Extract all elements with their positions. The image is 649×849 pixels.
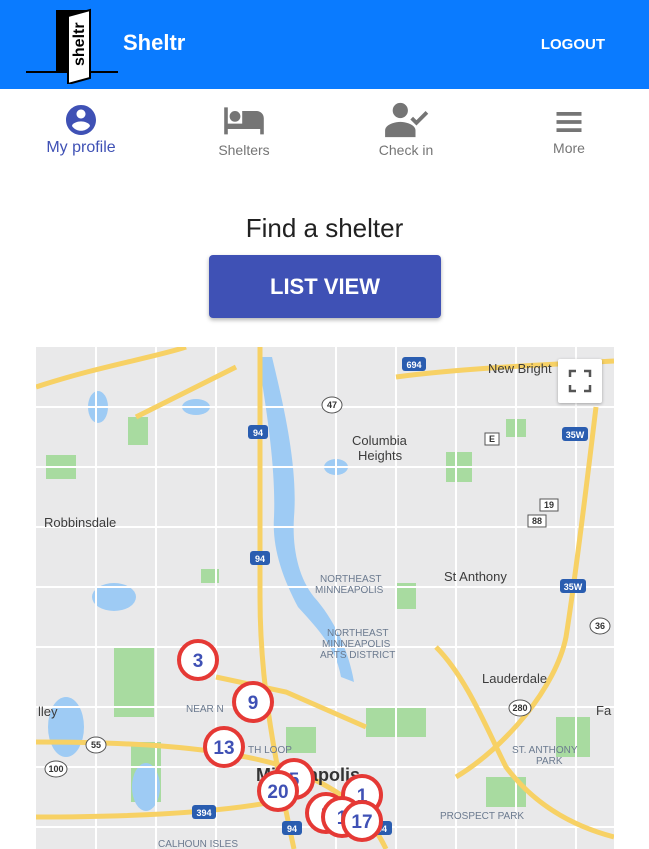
svg-text:394: 394 [196, 808, 211, 818]
nav-label-shelters: Shelters [218, 142, 270, 158]
nav-item-check-in[interactable]: Check in [346, 89, 466, 167]
interstate-shield: 94 [248, 425, 268, 439]
menu-icon [556, 112, 582, 132]
svg-text:94: 94 [287, 824, 297, 834]
page-heading: Find a shelter [245, 213, 404, 243]
place-label: New Bright [488, 361, 552, 376]
account-circle-icon [66, 105, 96, 135]
place-label: Heights [358, 448, 403, 463]
state-shield: 55 [85, 736, 107, 754]
svg-text:55: 55 [91, 740, 101, 750]
place-label: NEAR N [186, 704, 224, 715]
place-label: CALHOUN ISLES [158, 839, 238, 849]
place-label: lley [38, 704, 58, 719]
interstate-shield: 694 [402, 357, 426, 371]
fullscreen-button[interactable] [558, 359, 602, 403]
list-view-button[interactable]: LIST VIEW [209, 255, 441, 318]
place-label: Columbia [352, 433, 408, 448]
shelter-marker[interactable]: 3 [177, 639, 219, 681]
app-bar: sheltr Sheltr LOGOUT [0, 0, 649, 89]
place-label: TH LOOP [248, 745, 292, 756]
svg-text:9: 9 [248, 693, 259, 714]
place-label: NORTHEAST [327, 628, 389, 639]
shelter-marker[interactable]: 9 [232, 681, 274, 723]
state-shield: 47 [321, 396, 343, 414]
svg-text:19: 19 [544, 500, 554, 510]
place-label: ARTS DISTRICT [320, 650, 395, 661]
svg-text:13: 13 [213, 738, 234, 759]
svg-text:3: 3 [193, 651, 204, 672]
interstate-shield: 394 [192, 805, 216, 819]
place-label: St Anthony [444, 569, 507, 584]
state-shield: 100 [44, 760, 68, 778]
place-label: Fa [596, 703, 612, 718]
state-shield: 19 [539, 498, 559, 512]
nav-label-check-in: Check in [378, 142, 434, 158]
svg-text:36: 36 [595, 621, 605, 631]
svg-text:35W: 35W [564, 582, 583, 592]
logo-text: sheltr [71, 22, 88, 66]
svg-text:20: 20 [267, 782, 288, 803]
place-label: PROSPECT PARK [440, 811, 524, 822]
svg-text:E: E [489, 434, 495, 444]
sheltr-logo: sheltr [26, 8, 118, 84]
place-label: ST. ANTHONY [512, 745, 578, 756]
nav-item-my-profile[interactable]: My profile [21, 89, 141, 167]
shelter-marker[interactable]: 20 [257, 770, 299, 812]
shelter-marker[interactable]: 17 [341, 800, 383, 842]
place-label: MINNEAPOLIS [315, 585, 384, 596]
place-label: Robbinsdale [44, 515, 116, 530]
svg-text:35W: 35W [566, 430, 585, 440]
place-label: Lauderdale [482, 671, 547, 686]
shelter-marker[interactable]: 13 [203, 726, 245, 768]
interstate-shield: 35W [562, 427, 588, 441]
svg-text:94: 94 [253, 428, 263, 438]
state-shield: 36 [589, 617, 611, 635]
state-shield: 88 [527, 514, 547, 528]
svg-text:694: 694 [406, 360, 421, 370]
interstate-shield: 35W [560, 579, 586, 593]
place-label: PARK [536, 756, 563, 767]
nav-item-shelters[interactable]: Shelters [184, 89, 304, 167]
shelter-map[interactable]: New Bright Columbia Heights Robbinsdale … [36, 347, 614, 849]
svg-text:94: 94 [255, 554, 265, 564]
interstate-shield: 94 [250, 551, 270, 565]
svg-text:88: 88 [532, 516, 542, 526]
svg-text:47: 47 [327, 400, 337, 410]
logout-button[interactable]: LOGOUT [541, 36, 605, 53]
svg-text:280: 280 [512, 703, 527, 713]
svg-text:17: 17 [351, 812, 372, 833]
place-label: MINNEAPOLIS [322, 639, 391, 650]
nav-item-more[interactable]: More [509, 89, 629, 167]
interstate-shield: 94 [282, 821, 302, 835]
nav-label-more: More [553, 140, 585, 156]
map-canvas[interactable]: New Bright Columbia Heights Robbinsdale … [36, 347, 614, 849]
place-label: NORTHEAST [320, 574, 382, 585]
svg-text:100: 100 [48, 764, 63, 774]
state-shield: E [484, 432, 500, 446]
person-check-icon [385, 102, 429, 138]
app-title: Sheltr [123, 30, 186, 55]
bottom-nav: My profile Shelters Check in More [0, 89, 649, 167]
bed-icon [224, 107, 264, 135]
fullscreen-icon [568, 369, 592, 393]
state-shield: 280 [508, 699, 532, 717]
nav-label-my-profile: My profile [46, 139, 116, 156]
